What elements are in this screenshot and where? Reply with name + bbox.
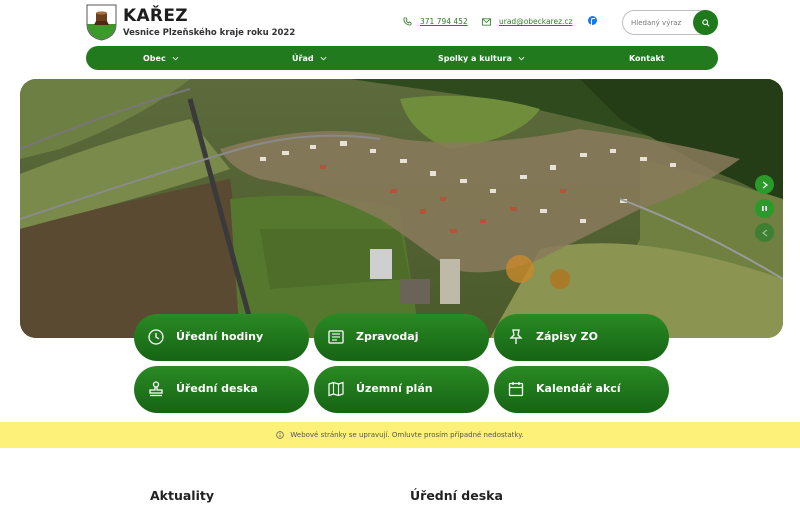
phone-number[interactable]: 371 794 452 xyxy=(420,17,468,26)
village-coat-of-arms-logo[interactable] xyxy=(86,4,117,41)
board-section-title: Úřední deska xyxy=(410,488,503,503)
search-box[interactable] xyxy=(622,10,718,35)
tile-label: Zpravodaj xyxy=(356,330,419,343)
pause-icon xyxy=(762,206,767,211)
calendar-icon xyxy=(508,382,524,397)
tile-label: Zápisy ZO xyxy=(536,330,598,343)
nav-item-label: Spolky a kultura xyxy=(438,53,512,63)
phone-link[interactable]: 371 794 452 xyxy=(403,17,468,26)
slider-prev-button[interactable] xyxy=(755,223,774,242)
tile-label: Územní plán xyxy=(356,382,433,395)
clock-icon xyxy=(148,329,164,345)
notice-text: Webové stránky se upravují. Omluvte pros… xyxy=(290,431,524,439)
news-section-title: Aktuality xyxy=(150,488,214,503)
slider-pause-button[interactable] xyxy=(755,199,774,218)
village-aerial-illustration xyxy=(20,79,783,338)
search-icon xyxy=(701,18,710,27)
slider-next-button[interactable] xyxy=(755,175,774,194)
tile-label: Úřední deska xyxy=(176,382,258,395)
nav-item-obec[interactable]: Obec xyxy=(143,46,179,70)
maintenance-notice: Webové stránky se upravují. Omluvte pros… xyxy=(0,422,800,448)
chevron-down-icon xyxy=(172,56,179,60)
email-link[interactable]: urad@obeckarez.cz xyxy=(482,17,573,26)
map-icon xyxy=(328,381,344,397)
tile-zapisy-zo[interactable]: Zápisy ZO xyxy=(494,314,669,361)
pin-icon xyxy=(509,329,523,344)
site-title[interactable]: KAŘEZ xyxy=(123,6,188,26)
chevron-down-icon xyxy=(320,56,327,60)
email-address[interactable]: urad@obeckarez.cz xyxy=(499,17,573,26)
tile-uzemni-plan[interactable]: Územní plán xyxy=(314,366,489,413)
tile-kalendar-akci[interactable]: Kalendář akcí xyxy=(494,366,669,413)
tile-uredni-deska[interactable]: Úřední deska xyxy=(134,366,309,413)
phone-icon xyxy=(403,17,412,26)
chevron-down-icon xyxy=(518,56,525,60)
tile-label: Úřední hodiny xyxy=(176,330,264,343)
chevron-left-icon xyxy=(761,229,767,236)
tile-zpravodaj[interactable]: Zpravodaj xyxy=(314,314,489,361)
tile-uredni-hodiny[interactable]: Úřední hodiny xyxy=(134,314,309,361)
nav-item-label: Obec xyxy=(143,53,166,63)
nav-item-kontakt[interactable]: Kontakt xyxy=(629,46,665,70)
facebook-icon[interactable] xyxy=(588,16,597,26)
search-input[interactable] xyxy=(631,16,693,30)
tile-label: Kalendář akcí xyxy=(536,382,621,395)
nav-item-label: Kontakt xyxy=(629,53,665,63)
stamp-icon xyxy=(149,381,163,397)
nav-item-label: Úřad xyxy=(292,53,314,63)
newspaper-icon xyxy=(328,330,344,344)
site-subtitle: Vesnice Plzeňského kraje roku 2022 xyxy=(123,28,296,38)
nav-item-urad[interactable]: Úřad xyxy=(292,46,327,70)
hero-aerial-photo xyxy=(20,79,783,338)
search-button[interactable] xyxy=(693,10,718,35)
envelope-icon xyxy=(482,17,491,26)
info-icon xyxy=(276,431,285,439)
main-navigation: Obec Úřad Spolky a kultura Kontakt xyxy=(86,46,718,70)
nav-item-spolky-a-kultura[interactable]: Spolky a kultura xyxy=(438,46,525,70)
chevron-right-icon xyxy=(762,181,768,188)
